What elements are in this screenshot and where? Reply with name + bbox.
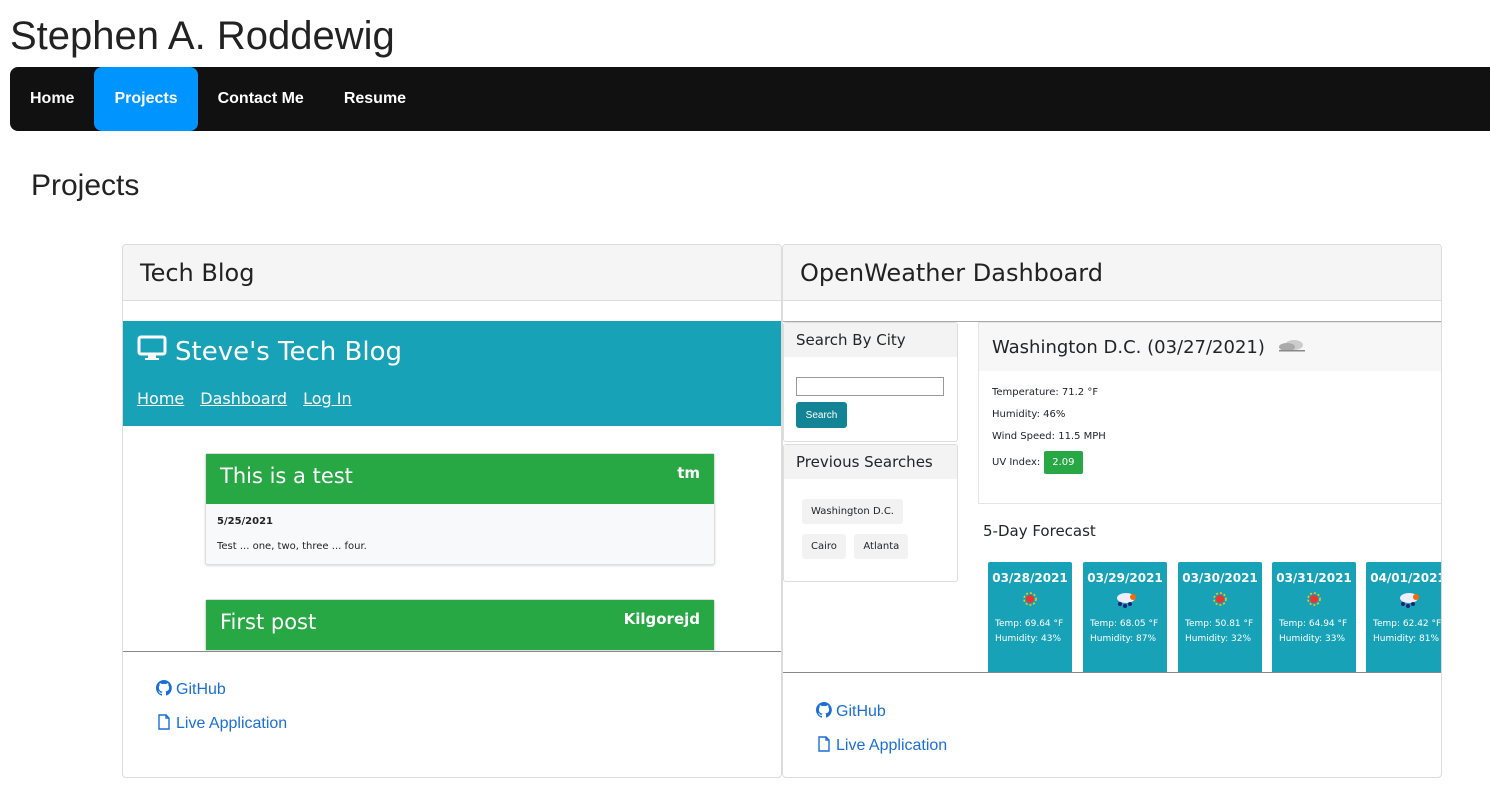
uv-badge: 2.09 bbox=[1044, 450, 1083, 474]
page-heading: Projects bbox=[31, 169, 140, 202]
nav-home[interactable]: Home bbox=[10, 67, 94, 131]
file-icon bbox=[816, 735, 832, 757]
forecast-temp: Temp: 69.64 °F bbox=[995, 619, 1064, 629]
search-button: Search bbox=[796, 402, 847, 428]
forecast-temp: Temp: 68.05 °F bbox=[1090, 619, 1159, 629]
live-app-label: Live Application bbox=[836, 737, 948, 754]
rain-icon bbox=[1366, 591, 1441, 617]
humidity-text: Humidity: 46% bbox=[992, 408, 1066, 420]
current-weather-panel: Washington D.C. (03/27/2021) Temperature… bbox=[978, 322, 1441, 504]
post-author: Kilgorejd bbox=[623, 610, 700, 628]
nav-contact[interactable]: Contact Me bbox=[198, 67, 324, 131]
forecast-date: 04/01/2021 bbox=[1370, 571, 1441, 585]
post-author: tm bbox=[677, 464, 700, 482]
project-title: Tech Blog bbox=[123, 245, 781, 301]
forecast-date: 03/31/2021 bbox=[1276, 571, 1352, 585]
forecast-temp: Temp: 64.94 °F bbox=[1279, 619, 1348, 629]
search-heading: Search By City bbox=[784, 323, 957, 357]
city-heading: Washington D.C. (03/27/2021) bbox=[992, 336, 1265, 358]
main-navbar: Home Projects Contact Me Resume bbox=[10, 67, 1490, 131]
site-title: Stephen A. Roddewig bbox=[10, 14, 395, 58]
forecast-temp: Temp: 50.81 °F bbox=[1185, 619, 1254, 629]
monitor-icon bbox=[137, 335, 167, 368]
city-search-input bbox=[796, 377, 944, 396]
nav-resume[interactable]: Resume bbox=[324, 67, 426, 131]
weather-sidebar: Search By City Search Previous Searches … bbox=[783, 322, 958, 582]
sun-icon bbox=[1178, 591, 1262, 617]
project-card-tech-blog: Tech Blog Steve's Tech Blog Home Dashboa… bbox=[122, 244, 782, 778]
forecast-date: 03/30/2021 bbox=[1182, 571, 1258, 585]
blog-title: Steve's Tech Blog bbox=[175, 336, 403, 367]
project-screenshot: Search By City Search Previous Searches … bbox=[783, 321, 1441, 673]
forecast-card: 03/28/2021 Temp: 69.64 °F Humidity: 43% bbox=[988, 562, 1072, 672]
forecast-date: 03/28/2021 bbox=[992, 571, 1068, 585]
forecast-humidity: Humidity: 43% bbox=[995, 634, 1062, 644]
github-icon bbox=[155, 679, 172, 701]
forecast-date: 03/29/2021 bbox=[1087, 571, 1163, 585]
post-body: Test ... one, two, three ... four. bbox=[217, 541, 367, 552]
forecast-temp: Temp: 62.42 °F bbox=[1373, 619, 1441, 629]
blog-nav-login: Log In bbox=[303, 389, 352, 408]
forecast-humidity: Humidity: 81% bbox=[1373, 634, 1440, 644]
forecast-heading: 5-Day Forecast bbox=[983, 522, 1096, 540]
post-date: 5/25/2021 bbox=[217, 516, 274, 527]
github-icon bbox=[815, 701, 832, 723]
previous-search-chip: Atlanta bbox=[854, 534, 909, 559]
project-title: OpenWeather Dashboard bbox=[783, 245, 1441, 301]
post-title: This is a test bbox=[220, 464, 353, 488]
previous-search-chip: Washington D.C. bbox=[802, 499, 903, 524]
live-app-label: Live Application bbox=[176, 715, 288, 732]
temperature-text: Temperature: 71.2 °F bbox=[992, 386, 1099, 398]
forecast-humidity: Humidity: 87% bbox=[1090, 634, 1157, 644]
forecast-card: 03/29/2021 Temp: 68.05 °F Humidity: 87% bbox=[1083, 562, 1167, 672]
nav-projects[interactable]: Projects bbox=[94, 67, 198, 131]
wind-text: Wind Speed: 11.5 MPH bbox=[992, 430, 1106, 442]
project-screenshot: Steve's Tech Blog Home Dashboard Log In … bbox=[123, 321, 781, 652]
previous-searches-heading: Previous Searches bbox=[784, 445, 957, 479]
forecast-humidity: Humidity: 33% bbox=[1279, 634, 1346, 644]
blog-nav-dashboard: Dashboard bbox=[200, 389, 288, 408]
cloud-icon bbox=[1277, 336, 1307, 359]
blog-post: First post Kilgorejd bbox=[205, 599, 715, 651]
post-title: First post bbox=[220, 610, 317, 634]
github-label: GitHub bbox=[836, 703, 886, 720]
rain-icon bbox=[1083, 591, 1167, 617]
project-card-openweather: OpenWeather Dashboard Search By City Sea… bbox=[782, 244, 1442, 778]
sun-icon bbox=[988, 591, 1072, 617]
blog-post: This is a test tm 5/25/2021 Test ... one… bbox=[205, 453, 715, 565]
file-icon bbox=[156, 713, 172, 735]
previous-search-chip: Cairo bbox=[802, 534, 846, 559]
forecast-card: 04/01/2021 Temp: 62.42 °F Humidity: 81% bbox=[1366, 562, 1441, 672]
forecast-card: 03/30/2021 Temp: 50.81 °F Humidity: 32% bbox=[1178, 562, 1262, 672]
github-link[interactable]: GitHub bbox=[155, 673, 287, 707]
blog-nav-home: Home bbox=[137, 389, 185, 408]
github-link[interactable]: GitHub bbox=[815, 695, 947, 729]
live-app-link[interactable]: Live Application bbox=[816, 729, 947, 763]
blog-header: Steve's Tech Blog Home Dashboard Log In bbox=[123, 321, 781, 426]
sun-icon bbox=[1272, 591, 1356, 617]
uv-label: UV Index: bbox=[992, 456, 1041, 468]
forecast-card: 03/31/2021 Temp: 64.94 °F Humidity: 33% bbox=[1272, 562, 1356, 672]
forecast-humidity: Humidity: 32% bbox=[1185, 634, 1252, 644]
github-label: GitHub bbox=[176, 681, 226, 698]
live-app-link[interactable]: Live Application bbox=[156, 707, 287, 741]
